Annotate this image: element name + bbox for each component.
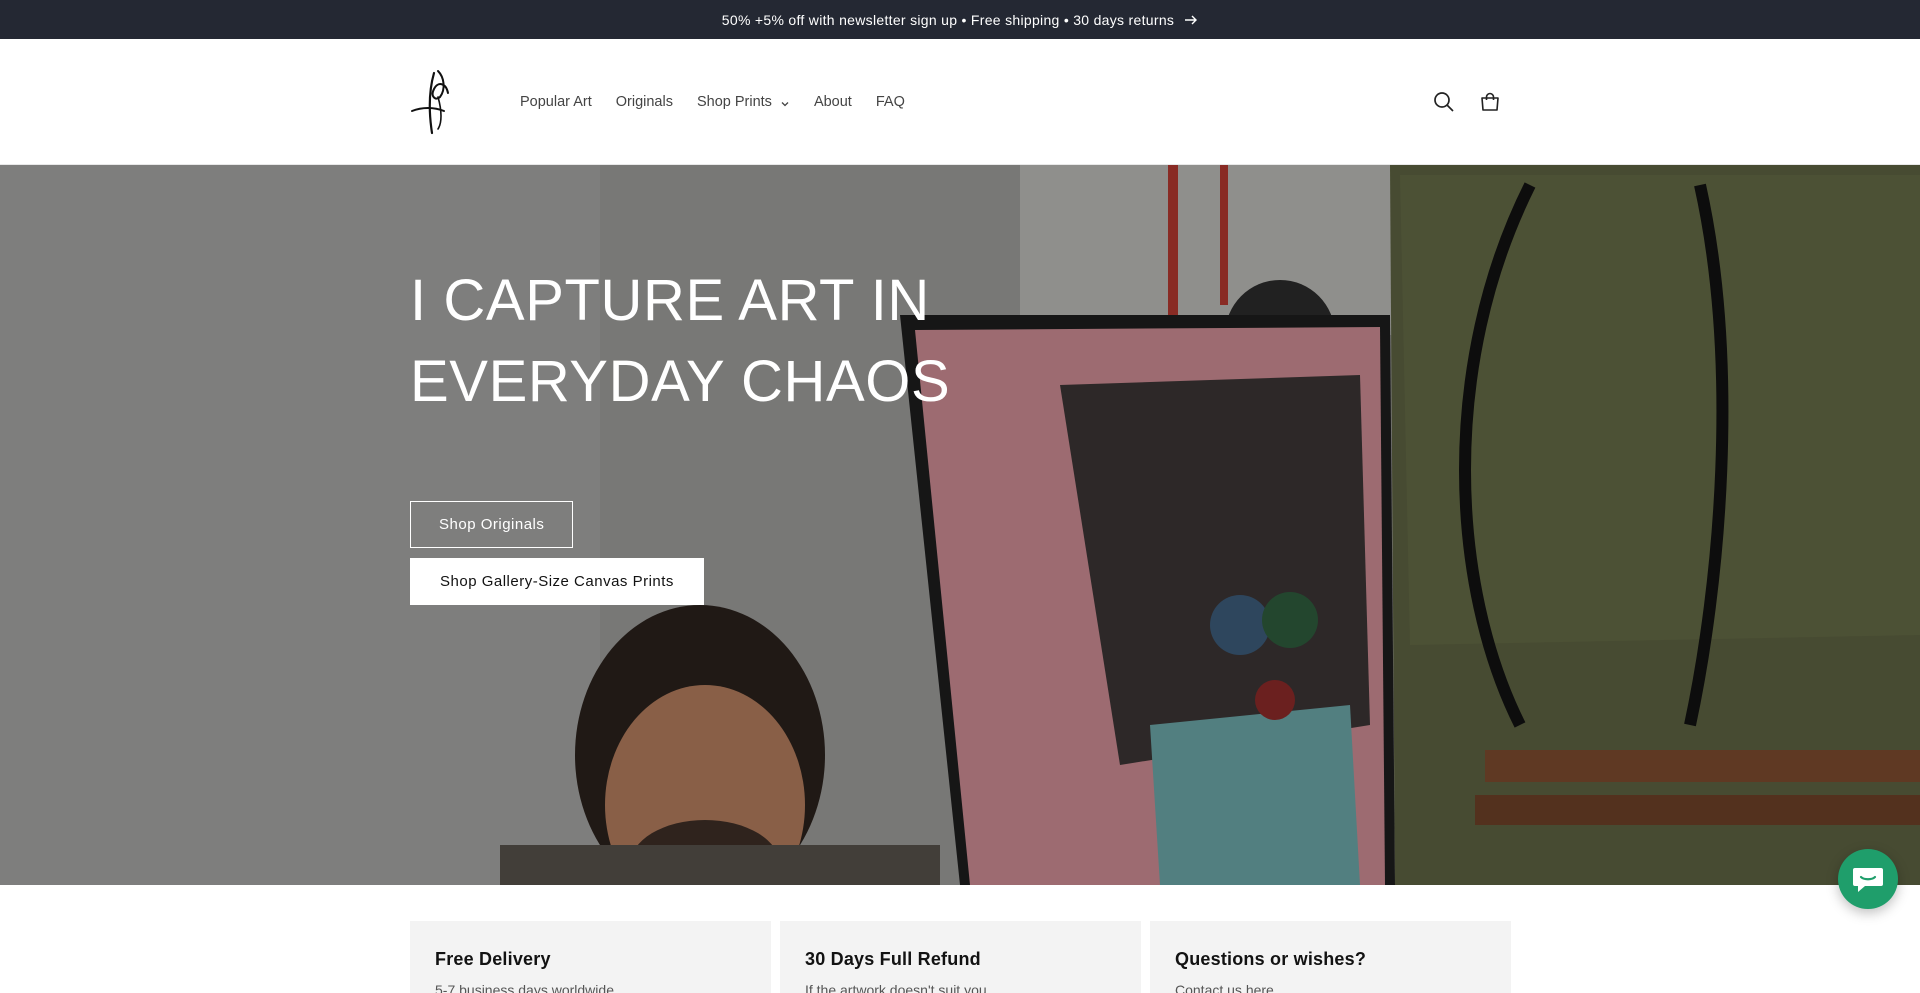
shop-canvas-prints-button[interactable]: Shop Gallery-Size Canvas Prints (410, 558, 704, 605)
announcement-link[interactable]: 50% +5% off with newsletter sign up • Fr… (722, 12, 1198, 28)
card-free-delivery: Free Delivery 5-7 business days worldwid… (410, 921, 771, 993)
header-actions (1430, 39, 1504, 165)
shop-originals-button[interactable]: Shop Originals (410, 501, 574, 548)
card-text: If the artwork doesn't suit you (805, 982, 987, 993)
nav-popular-art[interactable]: Popular Art (508, 88, 604, 116)
announcement-bar: 50% +5% off with newsletter sign up • Fr… (0, 0, 1920, 39)
chevron-down-icon (780, 97, 790, 107)
hero-content: I CAPTURE ART IN EVERYDAY CHAOS Shop Ori… (410, 260, 1010, 605)
cart-icon[interactable] (1476, 88, 1504, 116)
card-refund: 30 Days Full Refund If the artwork doesn… (780, 921, 1141, 993)
site-header: Popular Art Originals Shop Prints About … (0, 39, 1920, 165)
info-cards: Free Delivery 5-7 business days worldwid… (410, 921, 1511, 993)
nav-about[interactable]: About (802, 88, 864, 116)
hero-title-line-1: I CAPTURE ART IN (410, 268, 930, 333)
hero-title-line-2: EVERYDAY CHAOS (410, 349, 951, 414)
card-title: 30 Days Full Refund (805, 949, 981, 969)
nav-faq[interactable]: FAQ (864, 88, 917, 116)
chat-bubble-icon[interactable] (1838, 849, 1898, 909)
announcement-text: 50% +5% off with newsletter sign up • Fr… (721, 11, 1175, 28)
search-icon[interactable] (1430, 88, 1458, 116)
hero-title: I CAPTURE ART IN EVERYDAY CHAOS (410, 260, 1010, 422)
card-text: Contact us here (1175, 982, 1274, 993)
card-title: Free Delivery (435, 949, 551, 969)
card-questions: Questions or wishes? Contact us here (1150, 921, 1511, 993)
signature-logo-icon[interactable] (408, 67, 458, 137)
hero-banner: I CAPTURE ART IN EVERYDAY CHAOS Shop Ori… (0, 165, 1920, 885)
nav-originals[interactable]: Originals (604, 88, 685, 116)
nav-shop-prints[interactable]: Shop Prints (685, 88, 802, 116)
main-nav: Popular Art Originals Shop Prints About … (508, 39, 917, 165)
arrow-right-icon (1184, 13, 1198, 27)
card-title: Questions or wishes? (1175, 949, 1367, 969)
card-text: 5-7 business days worldwide (435, 982, 614, 993)
